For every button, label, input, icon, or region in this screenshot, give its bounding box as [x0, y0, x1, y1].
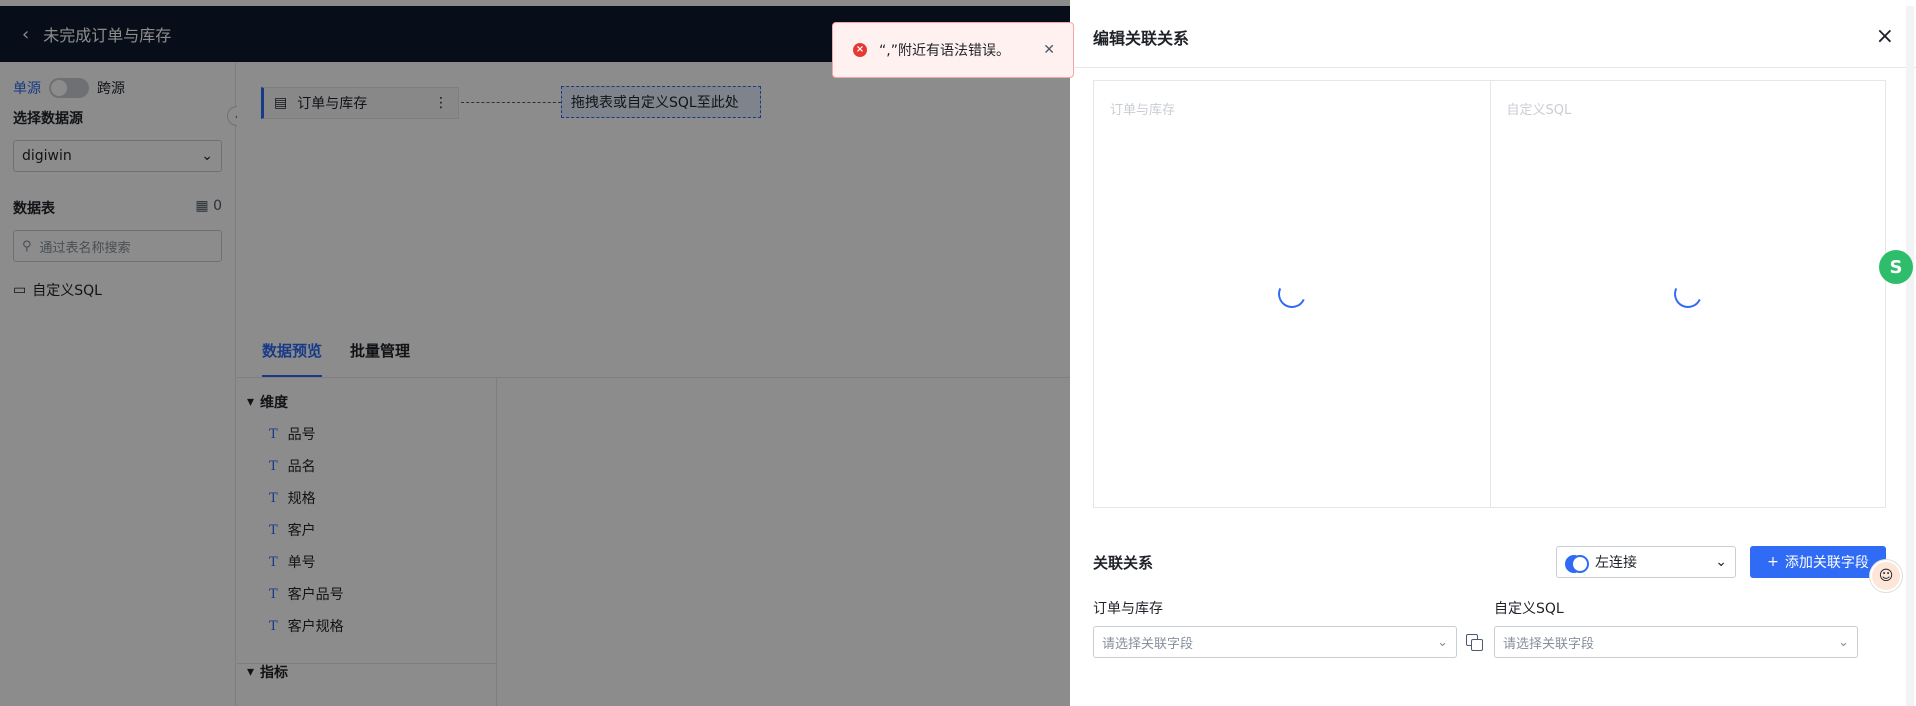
join-type-select[interactable]: 左连接 ⌄: [1556, 546, 1736, 578]
toast-message: “,”附近有语法错误。: [879, 43, 1010, 59]
join-type-value: 左连接: [1595, 555, 1637, 571]
plus-icon: +: [1767, 554, 1779, 570]
right-field-select[interactable]: 请选择关联字段 ⌄: [1494, 626, 1858, 658]
drawer-title: 编辑关联关系: [1093, 28, 1190, 48]
right-panel-label: 自定义SQL: [1506, 103, 1572, 118]
relation-title: 关联关系: [1093, 553, 1154, 572]
relation-header: 关联关系 左连接 ⌄ + 添加关联字段: [1093, 546, 1886, 578]
chevron-down-icon: ⌄: [1437, 634, 1448, 650]
assistant-icon[interactable]: S: [1879, 250, 1913, 284]
left-field-placeholder: 请选择关联字段: [1102, 636, 1194, 652]
right-table-panel: 自定义SQL: [1489, 81, 1886, 507]
link-icon: [1466, 634, 1483, 651]
error-toast: × “,”附近有语法错误。 ✕: [832, 22, 1074, 78]
add-button-label: 添加关联字段: [1784, 555, 1869, 571]
right-field-placeholder: 请选择关联字段: [1503, 636, 1595, 652]
avatar[interactable]: ☺: [1870, 560, 1902, 592]
add-relation-field-button[interactable]: + 添加关联字段: [1750, 546, 1886, 578]
chevron-down-icon: ⌄: [1838, 634, 1849, 650]
modal-mask[interactable]: [0, 0, 1070, 706]
left-table-panel: 订单与库存: [1094, 81, 1490, 507]
right-column-label: 自定义SQL: [1494, 601, 1564, 617]
left-field-select[interactable]: 请选择关联字段 ⌄: [1093, 626, 1457, 658]
left-panel-label: 订单与库存: [1110, 103, 1176, 118]
loading-spinner-icon: [1669, 276, 1706, 312]
app-root: ‹ 未完成订单与库存 单源 跨源 选择数据源 digiwin ⌄ 数据表 ▦ 0…: [0, 0, 1916, 706]
close-icon[interactable]: ×: [1876, 24, 1894, 49]
left-column-label: 订单与库存: [1093, 601, 1163, 617]
table-panels: 订单与库存 自定义SQL: [1093, 80, 1886, 508]
left-join-icon: [1565, 555, 1589, 573]
scrollbar[interactable]: [1906, 6, 1914, 706]
chevron-down-icon: ⌄: [1715, 554, 1727, 570]
close-icon[interactable]: ✕: [1043, 42, 1055, 58]
edit-relation-drawer: 编辑关联关系 × 订单与库存 自定义SQL 关联关系 左连接 ⌄ + 添加关联字…: [1070, 0, 1916, 706]
error-icon: ×: [853, 43, 867, 57]
loading-spinner-icon: [1273, 276, 1310, 312]
drawer-header: 编辑关联关系 ×: [1070, 6, 1916, 68]
